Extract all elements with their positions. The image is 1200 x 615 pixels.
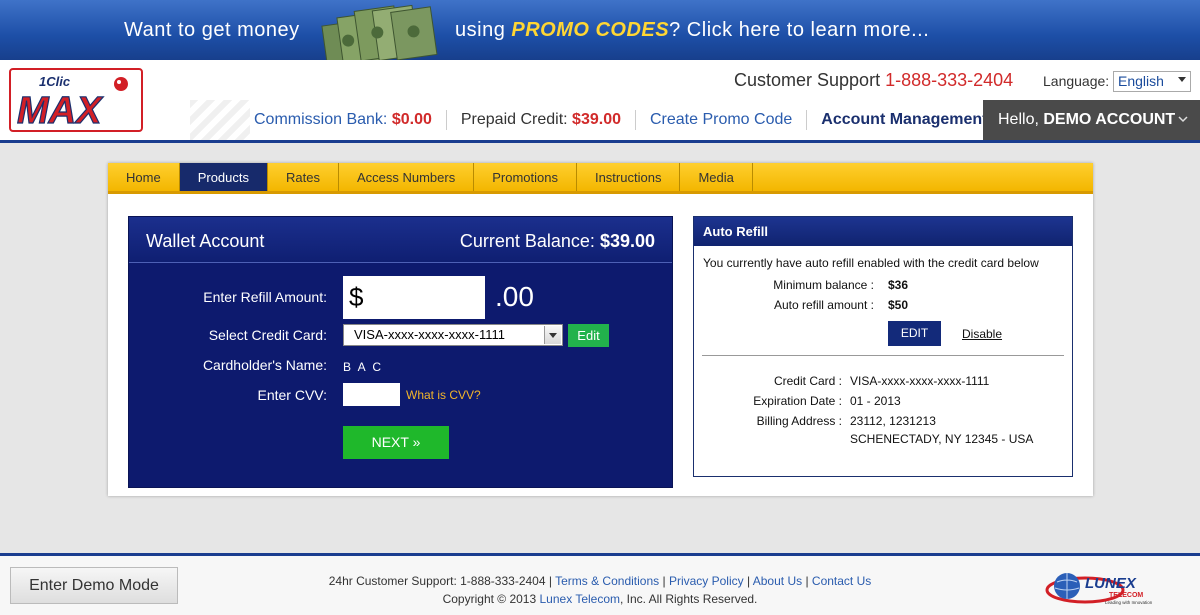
promo-banner[interactable]: Want to get money using PROMO CODES? Cli… xyxy=(0,0,1200,70)
tab-promotions[interactable]: Promotions xyxy=(474,163,577,191)
next-button[interactable]: NEXT » xyxy=(343,426,449,459)
prepaid-credit-link[interactable]: Prepaid Credit: $39.00 xyxy=(447,110,636,130)
svg-text:TELECOM: TELECOM xyxy=(1109,592,1143,599)
footer-links: 24hr Customer Support: 1-888-333-2404 | … xyxy=(250,572,950,608)
current-balance: Current Balance: $39.00 xyxy=(459,231,655,251)
tab-media[interactable]: Media xyxy=(680,163,753,191)
chevron-down-icon xyxy=(1178,77,1186,82)
commission-bank-link[interactable]: Commission Bank: $0.00 xyxy=(240,110,447,130)
minimum-balance-value: $36 xyxy=(888,278,909,292)
minimum-balance-label: Minimum balance : xyxy=(773,278,874,292)
user-menu[interactable]: Hello, DEMO ACCOUNT xyxy=(983,100,1200,140)
promo-highlight: PROMO CODES xyxy=(511,19,670,41)
wallet-account-box: Wallet Account Current Balance: $39.00 E… xyxy=(128,216,673,488)
billing-address-line2: SCHENECTADY, NY 12345 - USA xyxy=(850,432,1034,446)
customer-support: Customer Support 1-888-333-2404 xyxy=(734,70,1014,90)
edit-card-button[interactable]: Edit xyxy=(568,324,609,347)
cardholder-name-label: Cardholder's Name: xyxy=(202,357,327,373)
billing-address-label: Billing Address : xyxy=(756,414,842,428)
enter-demo-mode-button[interactable]: Enter Demo Mode xyxy=(10,567,178,604)
expiration-date-value: 01 - 2013 xyxy=(850,394,901,408)
cvv-label: Enter CVV: xyxy=(257,387,327,403)
footer-support: 24hr Customer Support: 1-888-333-2404 | xyxy=(328,574,556,588)
edit-refill-button[interactable]: EDIT xyxy=(888,321,941,346)
svg-text:MAX: MAX xyxy=(17,90,104,132)
cvv-input[interactable] xyxy=(343,383,400,406)
promo-text-end: using PROMO CODES? Click here to learn m… xyxy=(455,19,930,41)
wallet-header: Wallet Account Current Balance: $39.00 xyxy=(129,217,672,263)
auto-refill-amount-label: Auto refill amount : xyxy=(773,298,874,312)
svg-text:Leading with Innovation: Leading with Innovation xyxy=(1105,600,1153,605)
header-divider xyxy=(0,140,1200,143)
site-header: 1Clic MAX Customer Support 1-888-333-240… xyxy=(0,60,1200,143)
refill-amount-label: Enter Refill Amount: xyxy=(203,289,327,305)
credit-card-info-label: Credit Card : xyxy=(773,374,842,388)
auto-refill-amount-value: $50 xyxy=(888,298,909,312)
cardholder-name-value: B A C xyxy=(343,360,384,374)
auto-refill-box: Auto Refill You currently have auto refi… xyxy=(693,216,1073,477)
contact-link[interactable]: Contact Us xyxy=(812,574,871,588)
auto-refill-title: Auto Refill xyxy=(694,217,1072,246)
user-name: DEMO ACCOUNT xyxy=(1043,111,1176,128)
chevron-down-icon xyxy=(544,326,561,344)
account-management-link[interactable]: Account Management xyxy=(807,110,1001,130)
refill-divider xyxy=(702,355,1064,356)
chevron-down-icon xyxy=(1178,116,1188,123)
lunex-link[interactable]: Lunex Telecom xyxy=(540,592,621,606)
svg-text:LUNEX: LUNEX xyxy=(1085,575,1137,592)
terms-link[interactable]: Terms & Conditions xyxy=(555,574,659,588)
credit-card-label: Select Credit Card: xyxy=(208,327,327,343)
what-is-cvv-link[interactable]: What is CVV? xyxy=(406,388,481,402)
privacy-link[interactable]: Privacy Policy xyxy=(669,574,744,588)
svg-text:1Clic: 1Clic xyxy=(39,74,71,89)
tab-bar: Home Products Rates Access Numbers Promo… xyxy=(108,163,1093,194)
tab-rates[interactable]: Rates xyxy=(268,163,339,191)
credit-card-info-value: VISA-xxxx-xxxx-xxxx-1111 xyxy=(850,374,990,388)
site-footer: Enter Demo Mode 24hr Customer Support: 1… xyxy=(0,553,1200,615)
tab-home[interactable]: Home xyxy=(108,163,180,191)
tab-products[interactable]: Products xyxy=(179,163,268,191)
create-promo-code-link[interactable]: Create Promo Code xyxy=(636,110,808,130)
oneclicmax-logo[interactable]: 1Clic MAX xyxy=(9,68,143,132)
account-navbar: Commission Bank: $0.00 Prepaid Credit: $… xyxy=(240,100,1002,140)
main-panel: Home Products Rates Access Numbers Promo… xyxy=(108,163,1093,496)
credit-card-select[interactable]: VISA-xxxx-xxxx-xxxx-1111 xyxy=(343,324,563,346)
expiration-date-label: Expiration Date : xyxy=(753,394,842,408)
copyright: Copyright © 2013 Lunex Telecom, Inc. All… xyxy=(442,592,758,606)
support-number: 1-888-333-2404 xyxy=(885,70,1014,90)
disable-refill-link[interactable]: Disable xyxy=(962,327,1002,341)
tab-access-numbers[interactable]: Access Numbers xyxy=(339,163,475,191)
billing-address-line1: 23112, 1231213 xyxy=(850,414,936,428)
promo-text-start: Want to get money xyxy=(124,19,300,41)
wallet-title: Wallet Account xyxy=(146,231,265,251)
language-label: Language: xyxy=(1043,73,1110,89)
cents-label: .00 xyxy=(495,281,534,312)
about-link[interactable]: About Us xyxy=(753,574,802,588)
language-select[interactable]: English xyxy=(1113,71,1191,92)
auto-refill-description: You currently have auto refill enabled w… xyxy=(703,256,1039,270)
refill-amount-input[interactable]: $ xyxy=(343,276,485,319)
lunex-telecom-logo[interactable]: LUNEX TELECOM Leading with Innovation xyxy=(1045,568,1163,608)
tab-instructions[interactable]: Instructions xyxy=(577,163,681,191)
